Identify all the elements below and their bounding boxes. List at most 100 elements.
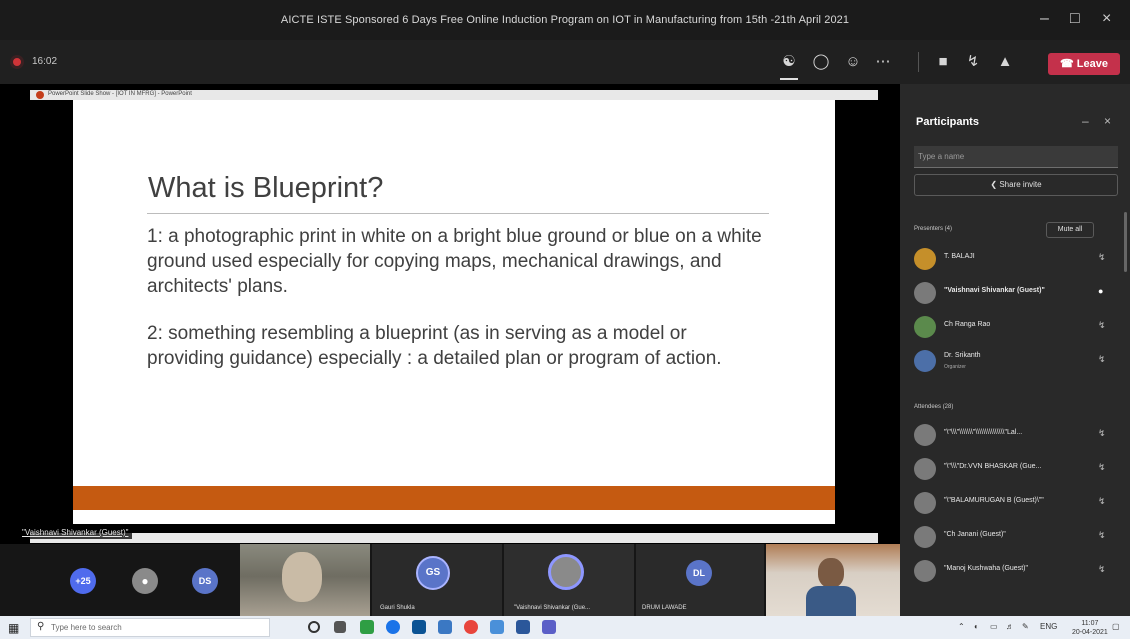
presenter-row[interactable]: Ch Ranga Rao ↯ xyxy=(914,316,1114,340)
reactions-icon[interactable]: ☺ xyxy=(842,52,864,72)
person-silhouette xyxy=(282,552,322,602)
avatar[interactable]: ● xyxy=(132,568,158,594)
volume-icon[interactable]: ♬ xyxy=(1006,622,1014,631)
window-title: AICTE ISTE Sponsored 6 Days Free Online … xyxy=(280,14,850,26)
presentation-slide: What is Blueprint? 1: a photographic pri… xyxy=(73,100,835,524)
chrome-icon[interactable] xyxy=(464,620,478,634)
task-view-icon[interactable] xyxy=(334,621,346,633)
attendee-row[interactable]: "\"\\\"Dr.VVN BHASKAR (Gue... ↯ xyxy=(914,458,1114,482)
share-invite-button[interactable]: ❮ Share invite xyxy=(914,174,1118,196)
teams-icon[interactable] xyxy=(542,620,556,634)
participant-role: Organizer xyxy=(944,364,966,370)
mic-muted-icon: ↯ xyxy=(1098,462,1106,472)
minimize-icon[interactable]: – xyxy=(1040,10,1049,28)
participant-search-input[interactable]: Type a name xyxy=(914,146,1118,168)
attendee-row[interactable]: "Manoj Kushwaha (Guest)" ↯ xyxy=(914,560,1114,584)
powerpoint-icon xyxy=(36,91,44,99)
avatar-ds[interactable]: DS xyxy=(192,568,218,594)
participants-icon[interactable]: ☯ xyxy=(778,52,800,72)
participant-tile-dl[interactable]: DL DRUM LAWADE xyxy=(636,544,764,616)
battery-icon[interactable]: ▭ xyxy=(990,622,998,631)
avatar xyxy=(914,350,936,372)
mic-muted-icon: ↯ xyxy=(1098,564,1106,574)
close-panel-icon[interactable]: × xyxy=(1104,114,1111,128)
attendee-row[interactable]: "Ch Janani (Guest)" ↯ xyxy=(914,526,1114,550)
panel-title: Participants xyxy=(916,116,979,128)
edge-icon[interactable] xyxy=(386,620,400,634)
divider xyxy=(918,52,919,72)
participant-name: DRUM LAWADE xyxy=(642,605,687,611)
overflow-participants[interactable]: +25 xyxy=(70,568,96,594)
mic-on-icon: ● xyxy=(1098,286,1104,296)
maximize-icon[interactable]: □ xyxy=(1070,10,1080,28)
video-gallery: +25 ● DS GS Gauri Shukla "Vaishnavi Shiv… xyxy=(0,544,900,616)
pop-out-icon[interactable]: – xyxy=(1082,114,1089,128)
mic-muted-icon: ↯ xyxy=(1098,496,1106,506)
avatar xyxy=(914,526,936,548)
windows-start-icon[interactable]: ▦ xyxy=(8,621,19,635)
system-clock[interactable]: 11:07 20-04-2021 xyxy=(1072,619,1108,637)
slide-point-1: 1: a photographic print in white on a br… xyxy=(147,226,762,297)
tray-chevron-icon[interactable]: ⌃ xyxy=(958,622,965,631)
clock-time: 11:07 xyxy=(1081,620,1099,627)
recording-icon xyxy=(10,55,24,69)
language-indicator[interactable]: ENG xyxy=(1040,622,1057,631)
slide-point-2: 2: something resembling a blueprint (as … xyxy=(147,323,722,369)
slide-divider xyxy=(147,213,769,214)
avatar xyxy=(914,424,936,446)
participant-name: Gauri Shukla xyxy=(380,605,415,611)
search-icon: ⚲ xyxy=(37,621,45,632)
participant-name: Ch Ranga Rao xyxy=(944,321,991,328)
mic-muted-icon: ↯ xyxy=(1098,320,1106,330)
pen-icon[interactable]: ✎ xyxy=(1022,622,1029,631)
participant-name: "Vaishnavi Shivankar (Gue... xyxy=(514,605,591,611)
more-options-icon[interactable]: ⋯ xyxy=(872,52,894,72)
mail-icon[interactable] xyxy=(438,620,452,634)
shared-screen: PowerPoint Slide Show - [IOT IN MFRG] - … xyxy=(0,84,900,544)
presenter-row[interactable]: Dr. Srikanth Organizer ↯ xyxy=(914,350,1114,374)
mic-muted-icon: ↯ xyxy=(1098,530,1106,540)
app-icon[interactable] xyxy=(360,620,374,634)
chat-icon[interactable]: ◯ xyxy=(810,52,832,72)
participant-name: "Vaishnavi Shivankar (Guest)" xyxy=(944,287,1045,294)
cortana-icon[interactable] xyxy=(308,621,320,633)
camera-icon[interactable]: ■ xyxy=(932,52,954,72)
slide-heading: What is Blueprint? xyxy=(148,172,384,204)
network-icon[interactable]: ◐ xyxy=(974,622,979,631)
participant-name: "\"\\\"Dr.VVN BHASKAR (Gue... xyxy=(944,463,1042,470)
mute-all-button[interactable]: Mute all xyxy=(1046,222,1094,238)
taskbar-search-box[interactable]: ⚲ Type here to search xyxy=(30,618,270,637)
avatar xyxy=(914,458,936,480)
self-video[interactable] xyxy=(766,544,900,616)
participant-tile-gs[interactable]: GS Gauri Shukla xyxy=(372,544,502,616)
share-tray-icon[interactable]: ▲ xyxy=(994,52,1016,72)
participant-name: T. BALAJI xyxy=(944,253,975,260)
avatar xyxy=(914,316,936,338)
leave-label: Leave xyxy=(1076,58,1108,70)
notification-icon[interactable]: ▢ xyxy=(1112,622,1120,631)
leave-button[interactable]: ☎ Leave xyxy=(1048,53,1120,75)
clock-date: 20-04-2021 xyxy=(1072,629,1108,636)
attendee-row[interactable]: "\"BALAMURUGAN B (Guest)\"" ↯ xyxy=(914,492,1114,516)
presenter-row[interactable]: T. BALAJI ↯ xyxy=(914,248,1114,272)
close-icon[interactable]: × xyxy=(1102,10,1111,28)
attendee-row[interactable]: "\"\\\"\\\\\\\"\\\\\\\\\\\\\\\"Lal... ↯ xyxy=(914,424,1114,448)
presenter-row[interactable]: "Vaishnavi Shivankar (Guest)" ● xyxy=(914,282,1114,306)
participant-name: "Ch Janani (Guest)" xyxy=(944,531,1006,538)
share-invite-label: Share invite xyxy=(999,180,1042,189)
word-icon[interactable] xyxy=(516,620,530,634)
participant-video[interactable] xyxy=(240,544,370,616)
participant-tile-vaishnavi[interactable]: "Vaishnavi Shivankar (Gue... xyxy=(504,544,634,616)
participant-name: Dr. Srikanth xyxy=(944,352,981,359)
app-icon[interactable] xyxy=(490,620,504,634)
avatar-dl: DL xyxy=(686,560,712,586)
store-icon[interactable] xyxy=(412,620,426,634)
person-head xyxy=(818,558,844,588)
panel-scrollbar[interactable] xyxy=(1124,212,1127,272)
mic-muted-icon[interactable]: ↯ xyxy=(962,52,984,72)
powerpoint-status-bar xyxy=(30,533,878,543)
person-body xyxy=(806,586,856,616)
presenters-header[interactable]: Presenters (4) xyxy=(914,226,952,232)
attendees-header[interactable]: Attendees (28) xyxy=(914,404,953,410)
participants-panel: Participants – × Type a name ❮ Share inv… xyxy=(900,84,1130,616)
